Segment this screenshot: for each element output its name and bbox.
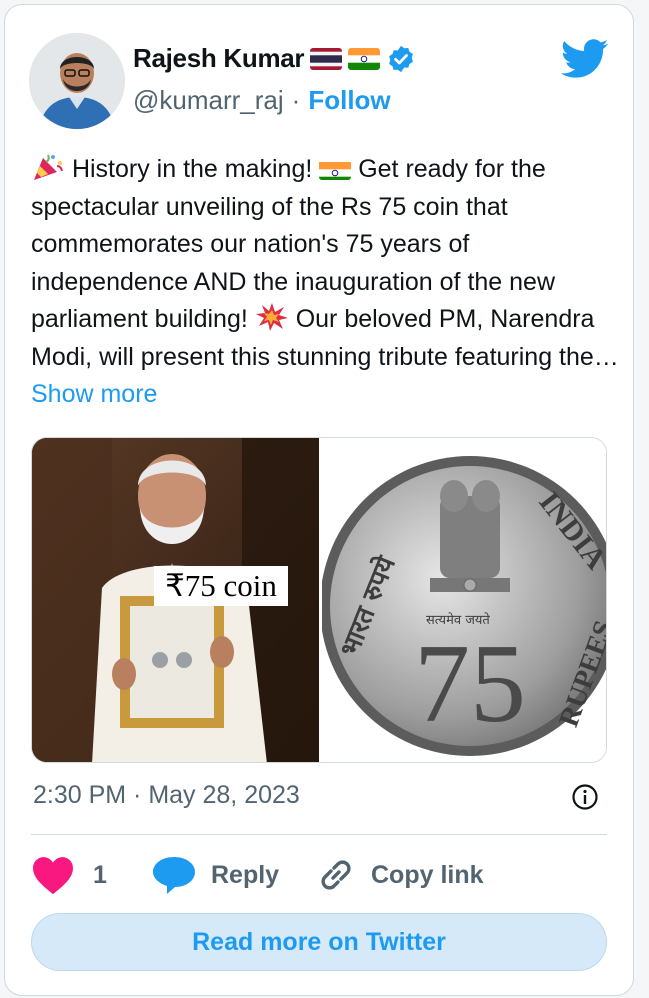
reply-label: Reply xyxy=(211,860,280,889)
handle-row: @kumarr_raj · Follow xyxy=(133,85,391,116)
follow-button[interactable]: Follow xyxy=(308,85,390,116)
reply-bubble-icon xyxy=(151,854,197,896)
link-icon xyxy=(315,854,357,896)
photo-coin[interactable]: INDIA RUPEES भारत रुपये सत्यमेव जयते 75 xyxy=(322,438,606,762)
show-more-link[interactable]: Show more xyxy=(31,380,157,408)
photo-pm-holding-coin[interactable]: ₹75 coin xyxy=(32,438,319,762)
author-name-row: Rajesh Kumar xyxy=(133,43,416,74)
like-button[interactable]: 1 xyxy=(31,851,107,899)
heart-icon xyxy=(31,855,75,895)
tweet-timestamp[interactable]: 2:30 PM · May 28, 2023 xyxy=(33,781,300,810)
copy-link-label: Copy link xyxy=(371,860,484,889)
reply-button[interactable]: Reply xyxy=(151,851,279,899)
india-flag-icon xyxy=(319,158,352,180)
tweet-text: History in the making! Get ready for the… xyxy=(31,151,621,414)
read-more-button[interactable]: Read more on Twitter xyxy=(31,913,607,971)
author-name[interactable]: Rajesh Kumar xyxy=(133,43,305,74)
divider xyxy=(31,834,607,835)
media-grid[interactable]: ₹75 coin INDIA RUPEES भारत रुपये सत्यमेव… xyxy=(31,437,607,763)
tweet-text-part1: History in the making! xyxy=(65,155,320,183)
thailand-flag-icon xyxy=(310,47,343,70)
twitter-bird-icon[interactable] xyxy=(560,39,609,79)
avatar[interactable] xyxy=(29,33,125,129)
coin-caption: ₹75 coin xyxy=(154,566,288,606)
verified-badge-icon xyxy=(386,44,416,74)
copy-link-button[interactable]: Copy link xyxy=(315,851,484,899)
action-bar: 1 Reply Copy link xyxy=(31,851,607,899)
separator: · xyxy=(291,85,301,115)
info-icon[interactable] xyxy=(571,783,599,811)
party-popper-icon xyxy=(31,152,65,182)
tweet-card: Rajesh Kumar @kumarr_raj · Follow Histor… xyxy=(4,4,634,996)
coin-value: 75 xyxy=(414,622,526,746)
author-handle[interactable]: @kumarr_raj xyxy=(133,85,284,116)
india-flag-icon xyxy=(348,47,381,70)
collision-icon xyxy=(255,302,289,332)
like-count: 1 xyxy=(93,860,107,889)
